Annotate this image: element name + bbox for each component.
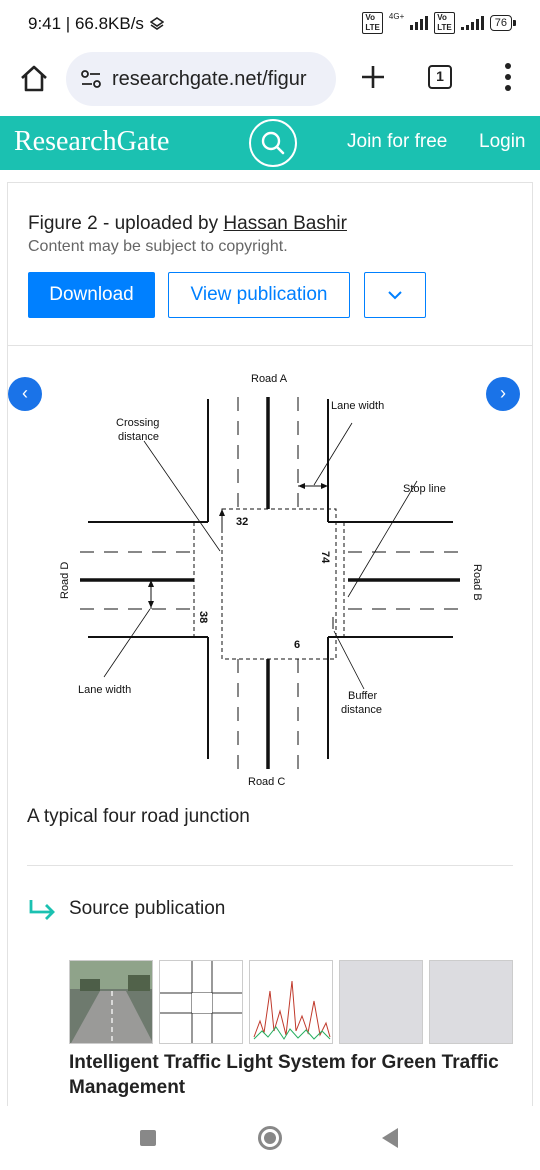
- signal-icon-2: [460, 16, 484, 30]
- source-publication-label: Source publication: [69, 898, 226, 919]
- status-left: 9:41 | 66.8KB/s: [28, 14, 164, 34]
- road-c-label: Road C: [248, 776, 285, 788]
- lane-width-left-label: Lane width: [78, 684, 131, 696]
- download-button[interactable]: Download: [28, 272, 155, 318]
- copyright-note: Content may be subject to copyright.: [28, 238, 288, 255]
- chevron-right-icon: ›: [500, 383, 506, 403]
- uploader-link[interactable]: Hassan Bashir: [223, 213, 347, 234]
- road-d-label: Road D: [59, 562, 71, 599]
- system-navigation-bar: [0, 1106, 540, 1170]
- more-menu-icon[interactable]: [498, 60, 518, 94]
- figure-caption: A typical four road junction: [27, 806, 250, 827]
- chevron-left-icon: ‹: [22, 383, 28, 403]
- back-button[interactable]: [382, 1128, 398, 1148]
- stop-line-label: Stop line: [403, 483, 446, 495]
- status-right: Vo LTE 4G+ Vo LTE 76: [362, 11, 517, 34]
- corner-arrow-icon: [29, 900, 55, 920]
- search-icon: [261, 131, 285, 155]
- publication-thumbnails: [69, 960, 513, 1044]
- tab-switcher-button[interactable]: 1: [428, 65, 452, 89]
- login-link[interactable]: Login: [479, 131, 526, 153]
- chevron-down-icon: [388, 291, 402, 300]
- thumbnail-junction-diagram[interactable]: [159, 960, 243, 1044]
- battery-icon: 76: [489, 15, 517, 31]
- network-type: 4G+: [388, 11, 405, 21]
- crossing-distance-label-2: distance: [118, 431, 159, 443]
- new-tab-icon[interactable]: [358, 62, 388, 92]
- researchgate-header: ResearchGate Join for free Login: [0, 116, 540, 170]
- address-bar[interactable]: researchgate.net/figur: [66, 52, 336, 106]
- thumbnail-road-photo[interactable]: [69, 960, 153, 1044]
- next-figure-button[interactable]: ›: [486, 377, 520, 411]
- divider: [27, 865, 513, 866]
- thumbnail-placeholder[interactable]: [339, 960, 423, 1044]
- dimension-74: 74: [319, 551, 331, 564]
- road-a-label: Road A: [251, 373, 288, 385]
- volte-badge: Vo LTE: [362, 12, 383, 34]
- signal-icon: [410, 16, 429, 30]
- road-b-label: Road B: [471, 564, 483, 601]
- divider: [8, 345, 532, 346]
- researchgate-logo[interactable]: ResearchGate: [14, 126, 169, 158]
- buffer-distance-label-2: distance: [341, 704, 382, 716]
- browser-toolbar: researchgate.net/figur 1: [0, 46, 540, 116]
- lane-width-top-label: Lane width: [331, 400, 384, 412]
- dimension-32: 32: [236, 516, 248, 528]
- data-saver-icon: [149, 17, 164, 30]
- site-settings-icon[interactable]: [80, 68, 102, 90]
- recent-apps-button[interactable]: [140, 1130, 156, 1146]
- dimension-38: 38: [197, 611, 209, 623]
- home-button[interactable]: [258, 1126, 282, 1150]
- figure-heading-prefix: Figure 2 - uploaded by: [28, 213, 224, 234]
- source-publication-header: Source publication: [27, 898, 225, 920]
- thumbnail-line-chart[interactable]: [249, 960, 333, 1044]
- thumbnail-placeholder[interactable]: [429, 960, 513, 1044]
- search-button[interactable]: [249, 119, 297, 167]
- url-text: researchgate.net/figur: [112, 67, 307, 90]
- junction-diagram: Road A Road C Road D Road B Crossing dis…: [59, 373, 483, 788]
- status-time-speed: 9:41 | 66.8KB/s: [28, 14, 144, 33]
- crossing-distance-label-1: Crossing: [116, 417, 159, 429]
- buffer-distance-label-1: Buffer: [348, 690, 377, 702]
- more-options-button[interactable]: [364, 272, 426, 318]
- status-bar: 9:41 | 66.8KB/s Vo LTE 4G+ Vo LTE 76: [0, 0, 540, 46]
- join-for-free-link[interactable]: Join for free: [347, 131, 447, 153]
- previous-figure-button[interactable]: ‹: [8, 377, 42, 411]
- view-publication-button[interactable]: View publication: [168, 272, 350, 318]
- figure-image: Road A Road C Road D Road B Crossing dis…: [8, 359, 532, 799]
- home-icon[interactable]: [18, 62, 50, 94]
- figure-heading: Figure 2 - uploaded by Hassan Bashir: [28, 213, 347, 235]
- dimension-6: 6: [294, 639, 300, 651]
- publication-title[interactable]: Intelligent Traffic Light System for Gre…: [69, 1050, 509, 1100]
- volte-badge-2: Vo LTE: [434, 12, 455, 34]
